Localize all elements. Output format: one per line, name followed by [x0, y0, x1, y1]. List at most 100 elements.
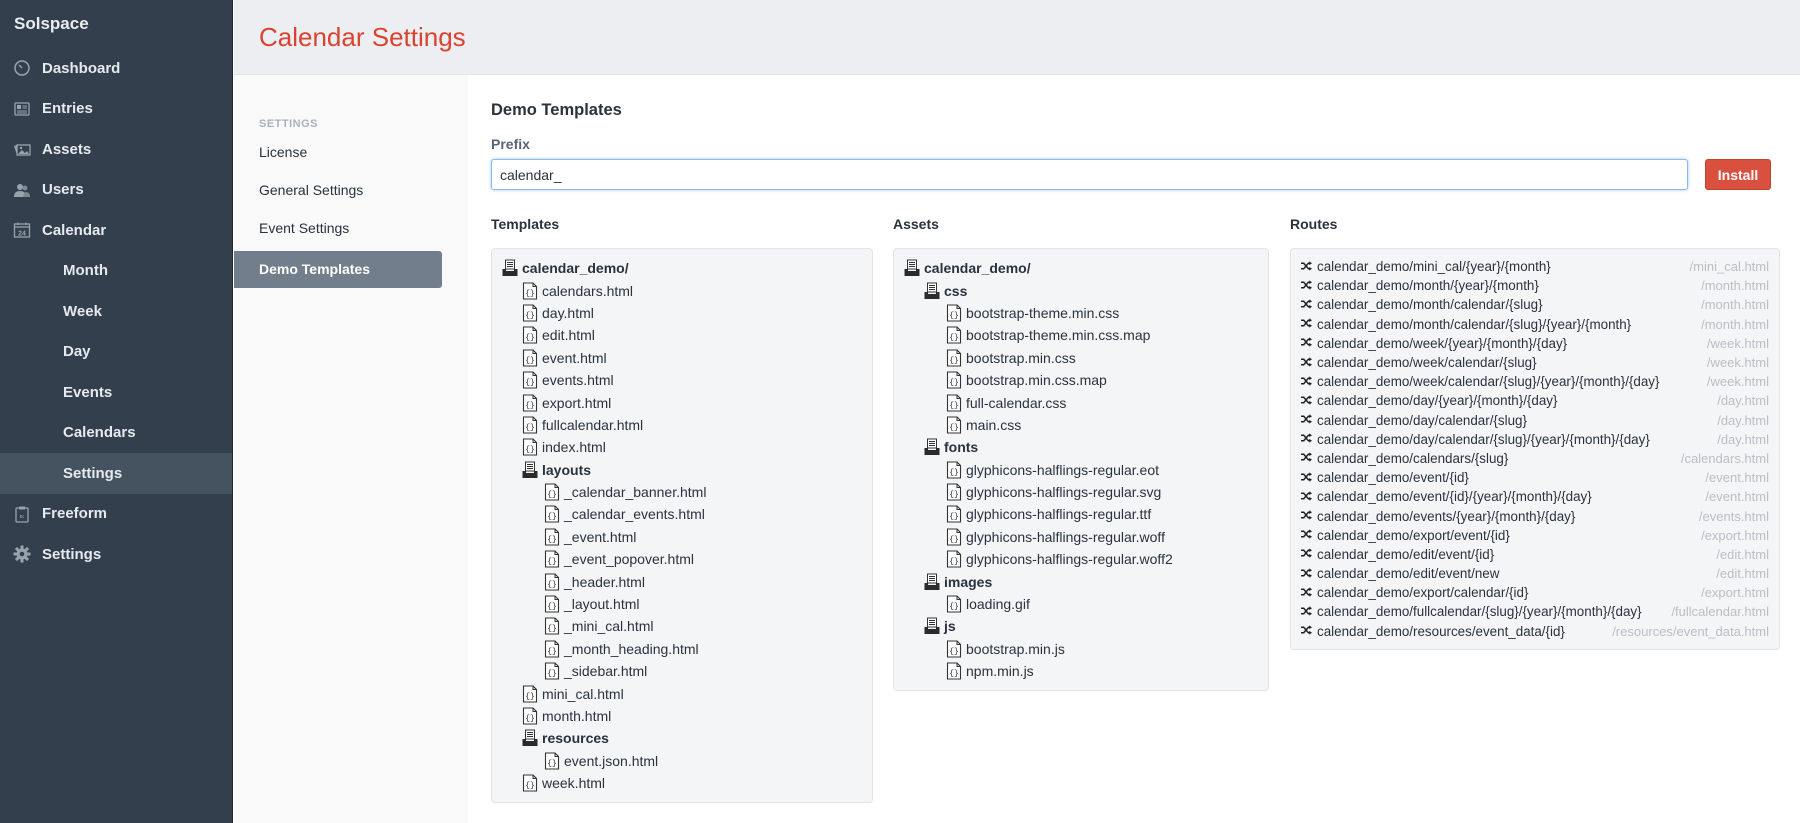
install-button[interactable]: Install [1705, 159, 1771, 190]
file-name: _month_heading.html [564, 640, 699, 657]
file-code-icon: {} [544, 662, 560, 680]
nav-item-assets[interactable]: Assets [0, 129, 232, 170]
nav-item-calendar-settings[interactable]: Settings [0, 453, 232, 494]
route-row: calendar_demo/day/calendar/{slug} /day.ht… [1301, 411, 1769, 430]
brand-logo[interactable]: Solspace [14, 14, 89, 34]
svg-text:{}: {} [547, 759, 557, 768]
file-item: {} _calendar_events.html [502, 503, 862, 525]
file-name: bootstrap.min.css.map [966, 372, 1107, 389]
folder-item: calendar_demo/ [502, 257, 862, 279]
nav-item-dashboard[interactable]: Dashboard [0, 48, 232, 89]
route-template: /week.html [1706, 335, 1769, 351]
settings-item-general[interactable]: General Settings [234, 172, 442, 209]
route-template: /edit.html [1716, 566, 1769, 582]
nav-item-calendar-events[interactable]: Events [0, 372, 232, 413]
nav-item-calendar-calendars[interactable]: Calendars [0, 413, 232, 454]
shuffle-route-icon [1301, 586, 1313, 600]
route-template: /month.html [1701, 316, 1769, 332]
users-icon [13, 181, 31, 199]
file-code-icon: {} [544, 505, 560, 524]
folder-item: fonts [904, 436, 1258, 458]
file-code-icon: {} [544, 573, 560, 591]
svg-text:{}: {} [949, 647, 959, 656]
file-code-icon: {} [544, 595, 560, 613]
nav-item-entries[interactable]: Entries [0, 89, 232, 130]
file-item: {} _month_heading.html [502, 638, 862, 660]
file-code-icon: {} [946, 505, 962, 524]
assets-title: Assets [893, 216, 939, 232]
svg-text:{}: {} [525, 289, 535, 298]
folder-icon [924, 617, 940, 635]
file-name: npm.min.js [966, 663, 1034, 680]
nav-item-calendar-month[interactable]: Month [0, 251, 232, 292]
route-template: /week.html [1706, 355, 1769, 371]
svg-text:{}: {} [547, 670, 557, 679]
shuffle-route-icon [1301, 298, 1313, 312]
svg-text:{}: {} [525, 782, 535, 791]
nav-item-label: Settings [42, 545, 102, 563]
nav-item-label: Events [63, 383, 113, 401]
main-nav: Dashboard Entries Assets Users 24 Calendar Mon… [0, 48, 232, 575]
folder-name: calendar_demo/ [924, 260, 1031, 277]
file-item: {} event.json.html [502, 750, 862, 772]
route-template: /month.html [1701, 297, 1769, 313]
file-name: main.css [966, 416, 1022, 433]
route-template: /week.html [1706, 374, 1769, 390]
shuffle-route-icon [1301, 509, 1313, 523]
file-item: {} mini_cal.html [502, 682, 862, 704]
svg-text:{}: {} [949, 334, 959, 343]
nav-item-freeform[interactable]: o: Freeform [0, 494, 232, 535]
file-name: mini_cal.html [542, 685, 624, 702]
route-path: calendar_demo/month/calendar/{slug}/{yea… [1317, 316, 1632, 332]
file-name: glyphicons-halflings-regular.woff [966, 528, 1165, 545]
file-name: _calendar_events.html [564, 506, 705, 523]
nav-item-label: Calendars [63, 424, 136, 442]
nav-item-users[interactable]: Users [0, 170, 232, 211]
route-row: calendar_demo/event/{id}/{year}/{month}/… [1301, 487, 1769, 506]
nav-item-label: Month [63, 262, 108, 280]
file-item: {} fullcalendar.html [502, 414, 862, 436]
route-row: calendar_demo/mini_cal/{year}/{month} /mi… [1301, 257, 1769, 276]
settings-item-demo-templates[interactable]: Demo Templates [234, 251, 442, 288]
folder-item: js [904, 615, 1258, 637]
route-row: calendar_demo/week/calendar/{slug}/{year… [1301, 372, 1769, 391]
file-name: week.html [542, 775, 606, 792]
file-item: {} _sidebar.html [502, 660, 862, 682]
prefix-input[interactable] [491, 159, 1688, 190]
settings-item-events[interactable]: Event Settings [234, 210, 442, 247]
file-item: {} bootstrap.min.css.map [904, 369, 1258, 391]
folder-item: resources [502, 727, 862, 749]
route-row: calendar_demo/edit/event/new/edit.html [1301, 564, 1769, 583]
route-path: calendar_demo/week/calendar/{slug}/{year… [1317, 374, 1660, 390]
nav-item-settings[interactable]: Settings [0, 534, 232, 575]
file-name: edit.html [542, 327, 595, 344]
settings-item-license[interactable]: License [234, 134, 442, 171]
svg-text:{}: {} [525, 401, 535, 410]
nav-item-calendar-day[interactable]: Day [0, 332, 232, 373]
file-name: _calendar_banner.html [564, 484, 707, 501]
svg-text:{}: {} [949, 311, 959, 320]
file-name: event.json.html [564, 752, 659, 769]
file-item: {} glyphicons-halflings-regular.woff2 [904, 548, 1258, 570]
folder-name: fonts [944, 439, 979, 456]
file-name: fullcalendar.html [542, 416, 644, 433]
shuffle-route-icon [1301, 356, 1313, 370]
route-path: calendar_demo/mini_cal/{year}/{month} [1317, 259, 1551, 275]
folder-item: images [904, 570, 1258, 592]
route-template: /events.html [1698, 508, 1769, 524]
folder-icon [502, 259, 518, 277]
shuffle-route-icon [1301, 490, 1313, 504]
route-path: calendar_demo/calendars/{slug} [1317, 450, 1509, 466]
file-name: bootstrap.min.css [966, 349, 1076, 366]
shuffle-route-icon [1301, 624, 1313, 638]
svg-text:{}: {} [949, 423, 959, 432]
svg-text:{}: {} [525, 715, 535, 724]
nav-item-calendar-week[interactable]: Week [0, 291, 232, 332]
nav-item-calendar[interactable]: 24 Calendar [0, 210, 232, 251]
route-path: calendar_demo/fullcalendar/{slug}/{year}… [1317, 604, 1642, 620]
shuffle-route-icon [1301, 317, 1313, 331]
file-code-icon: {} [522, 371, 538, 389]
route-row: calendar_demo/resources/event_data/{id} /… [1301, 622, 1769, 641]
nav-item-label: Freeform [42, 505, 108, 523]
file-item: {} _mini_cal.html [502, 615, 862, 637]
